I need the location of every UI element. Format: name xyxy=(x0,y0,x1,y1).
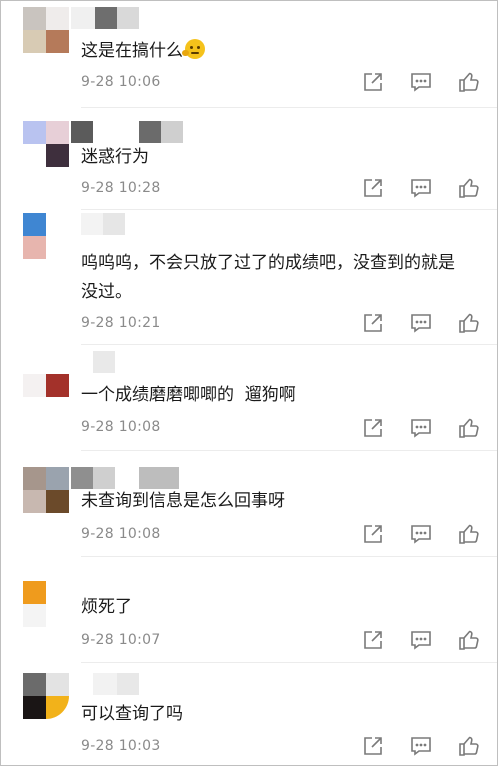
divider xyxy=(81,209,497,210)
comment-text: 呜呜呜，不会只放了过了的成绩吧，没查到的就是没过。 xyxy=(81,253,455,302)
comment-time: 9-28 10:07 xyxy=(81,632,161,648)
comment-icon[interactable] xyxy=(410,735,432,757)
thumbs-up-icon[interactable] xyxy=(458,523,480,545)
comment-list: 这是在搞什么 9-28 10:06 迷惑行为 9-28 10:28 呜呜呜，不会… xyxy=(0,0,498,766)
avatar-pixel xyxy=(23,7,46,30)
username-blurred[interactable] xyxy=(71,673,201,695)
comment-text: 这是在搞什么 xyxy=(81,37,481,66)
comment-time: 9-28 10:21 xyxy=(81,315,161,331)
username-blurred[interactable] xyxy=(71,351,201,373)
username-blurred[interactable] xyxy=(71,121,201,143)
comment-time: 9-28 10:06 xyxy=(81,74,161,90)
avatar-pixel xyxy=(46,7,69,30)
share-icon[interactable] xyxy=(362,523,384,545)
comment-text: 可以查询了吗 xyxy=(81,704,183,724)
comment-time: 9-28 10:08 xyxy=(81,526,161,542)
share-icon[interactable] xyxy=(362,71,384,93)
username-blurred[interactable] xyxy=(71,467,201,489)
comment-text: 迷惑行为 xyxy=(81,147,149,167)
comment-icon[interactable] xyxy=(410,629,432,651)
comment-icon[interactable] xyxy=(410,523,432,545)
avatar[interactable] xyxy=(23,581,69,627)
avatar[interactable] xyxy=(23,673,69,719)
divider xyxy=(81,662,497,663)
avatar[interactable] xyxy=(23,467,69,513)
share-icon[interactable] xyxy=(362,735,384,757)
comment-text: 一个成绩磨磨唧唧的 遛狗啊 xyxy=(81,385,296,405)
divider xyxy=(81,556,497,557)
comment-time: 9-28 10:28 xyxy=(81,180,161,196)
comment-icon[interactable] xyxy=(410,417,432,439)
share-icon[interactable] xyxy=(362,177,384,199)
comment-text: 烦死了 xyxy=(81,597,132,617)
comment-time: 9-28 10:08 xyxy=(81,419,161,435)
thumbs-up-icon[interactable] xyxy=(458,177,480,199)
share-icon[interactable] xyxy=(362,312,384,334)
avatar[interactable] xyxy=(23,351,69,397)
thumbs-up-icon[interactable] xyxy=(458,71,480,93)
comment-time: 9-28 10:03 xyxy=(81,738,161,754)
comment-icon[interactable] xyxy=(410,71,432,93)
thumbs-up-icon[interactable] xyxy=(458,417,480,439)
thumbs-up-icon[interactable] xyxy=(458,735,480,757)
comment-icon[interactable] xyxy=(410,312,432,334)
share-icon[interactable] xyxy=(362,629,384,651)
thumbs-up-icon[interactable] xyxy=(458,312,480,334)
comment-icon[interactable] xyxy=(410,177,432,199)
thumbs-up-icon[interactable] xyxy=(458,629,480,651)
divider xyxy=(81,344,497,345)
avatar[interactable] xyxy=(23,121,69,167)
comment-text: 未查询到信息是怎么回事呀 xyxy=(81,491,285,511)
avatar[interactable] xyxy=(23,7,69,53)
share-icon[interactable] xyxy=(362,417,384,439)
divider xyxy=(81,450,497,451)
thinking-face-emoji xyxy=(182,39,205,59)
divider xyxy=(81,107,497,108)
avatar-pixel xyxy=(23,30,46,53)
username-blurred[interactable] xyxy=(71,213,201,235)
username-blurred[interactable] xyxy=(71,7,201,29)
avatar[interactable] xyxy=(23,213,69,259)
avatar-pixel xyxy=(46,30,69,53)
